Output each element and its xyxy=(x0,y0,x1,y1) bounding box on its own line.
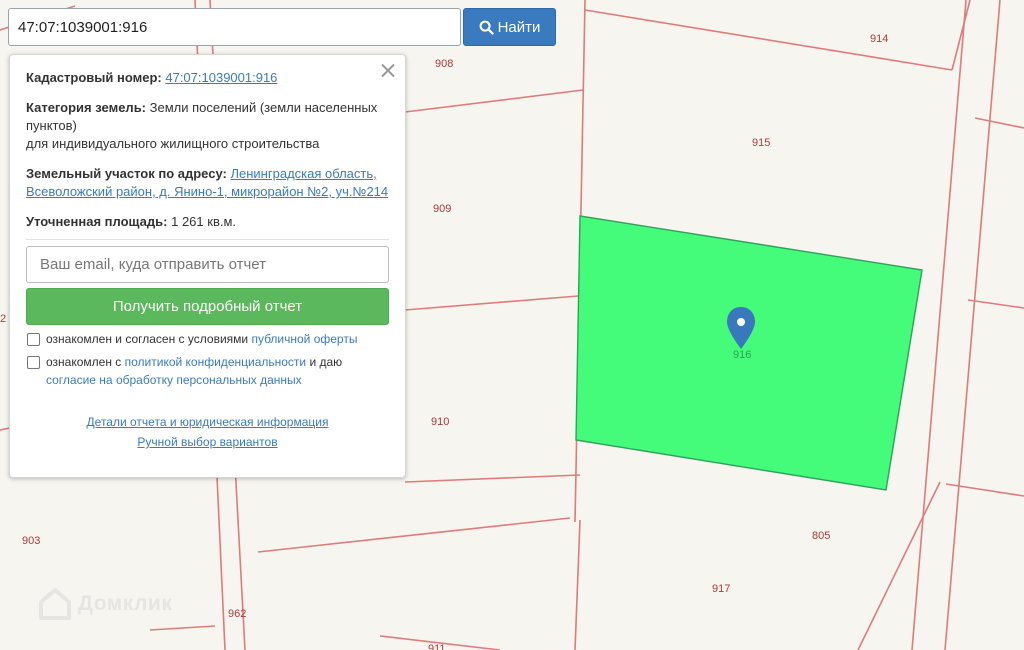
search-bar: 47:07:1039001:916 Найти xyxy=(8,8,556,48)
offer-checkbox[interactable] xyxy=(27,333,40,346)
domclick-brand-name: Домклик xyxy=(78,592,173,615)
report-details-link[interactable]: Детали отчета и юридическая информация xyxy=(26,412,389,432)
address-row: Земельный участок по адресу: Ленинградск… xyxy=(26,165,389,201)
parcel-label-910: 910 xyxy=(431,416,449,428)
land-category-row: Категория земель: Земли поселений (земли… xyxy=(26,99,389,153)
parcel-label-917: 917 xyxy=(712,583,730,595)
domclick-watermark: Домклик xyxy=(38,588,172,620)
consent-offer-row: ознакомлен и согласен с условиями публич… xyxy=(26,330,389,348)
search-button-label: Найти xyxy=(497,18,541,36)
area-value: 1 261 кв.м. xyxy=(171,214,237,229)
address-label: Земельный участок по адресу: xyxy=(26,166,227,181)
parcel-label-903: 903 xyxy=(22,535,40,547)
close-icon[interactable] xyxy=(381,63,395,77)
divider xyxy=(26,239,389,240)
consent-offer-text: ознакомлен и согласен с условиями публич… xyxy=(46,330,357,348)
cadastral-search-input[interactable]: 47:07:1039001:916 xyxy=(8,8,461,46)
email-input[interactable]: Ваш email, куда отправить отчет xyxy=(26,246,389,283)
personal-data-consent-link[interactable]: согласие на обработку персональных данны… xyxy=(46,373,302,387)
search-button[interactable]: Найти xyxy=(463,8,556,46)
parcel-label-909: 909 xyxy=(433,203,451,215)
parcel-label-911: 911 xyxy=(428,643,446,650)
parcel-label-916: 916 xyxy=(733,349,751,361)
consent-privacy-text: ознакомлен с политикой конфиденциальност… xyxy=(46,353,389,389)
get-report-button[interactable]: Получить подробный отчет xyxy=(26,288,389,325)
domclick-logo-icon xyxy=(39,588,71,620)
consent-offer-label: ознакомлен и согласен с условиями xyxy=(46,332,249,346)
parcel-label-962: 962 xyxy=(228,608,246,620)
consent-privacy-row: ознакомлен с политикой конфиденциальност… xyxy=(26,353,389,389)
privacy-policy-link[interactable]: политикой конфиденциальности xyxy=(125,355,306,369)
public-offer-link[interactable]: публичной оферты xyxy=(251,332,357,346)
cadastral-number-link[interactable]: 47:07:1039001:916 xyxy=(165,70,277,85)
parcel-info-card: Кадастровый номер: 47:07:1039001:916 Кат… xyxy=(9,54,406,478)
manual-selection-link[interactable]: Ручной выбор вариантов xyxy=(26,432,389,452)
land-category-label: Категория земель: xyxy=(26,100,147,115)
parcel-label-2: 2 xyxy=(0,313,6,325)
footer-links: Детали отчета и юридическая информация Р… xyxy=(26,412,389,452)
search-icon xyxy=(479,20,494,35)
area-row: Уточненная площадь: 1 261 кв.м. xyxy=(26,213,389,231)
parcel-label-805: 805 xyxy=(812,530,830,542)
parcel-label-915: 915 xyxy=(752,137,770,149)
land-use-value: для индивидуального жилищного строительс… xyxy=(26,136,320,151)
consent-privacy-label: ознакомлен с xyxy=(46,355,122,369)
cadastral-number-label: Кадастровый номер: xyxy=(26,70,162,85)
privacy-checkbox[interactable] xyxy=(27,356,40,369)
consent-privacy-mid: и даю xyxy=(309,355,343,369)
cadastral-number-row: Кадастровый номер: 47:07:1039001:916 xyxy=(26,69,389,87)
parcel-label-908: 908 xyxy=(435,58,453,70)
parcel-label-914: 914 xyxy=(870,33,888,45)
area-label: Уточненная площадь: xyxy=(26,214,168,229)
